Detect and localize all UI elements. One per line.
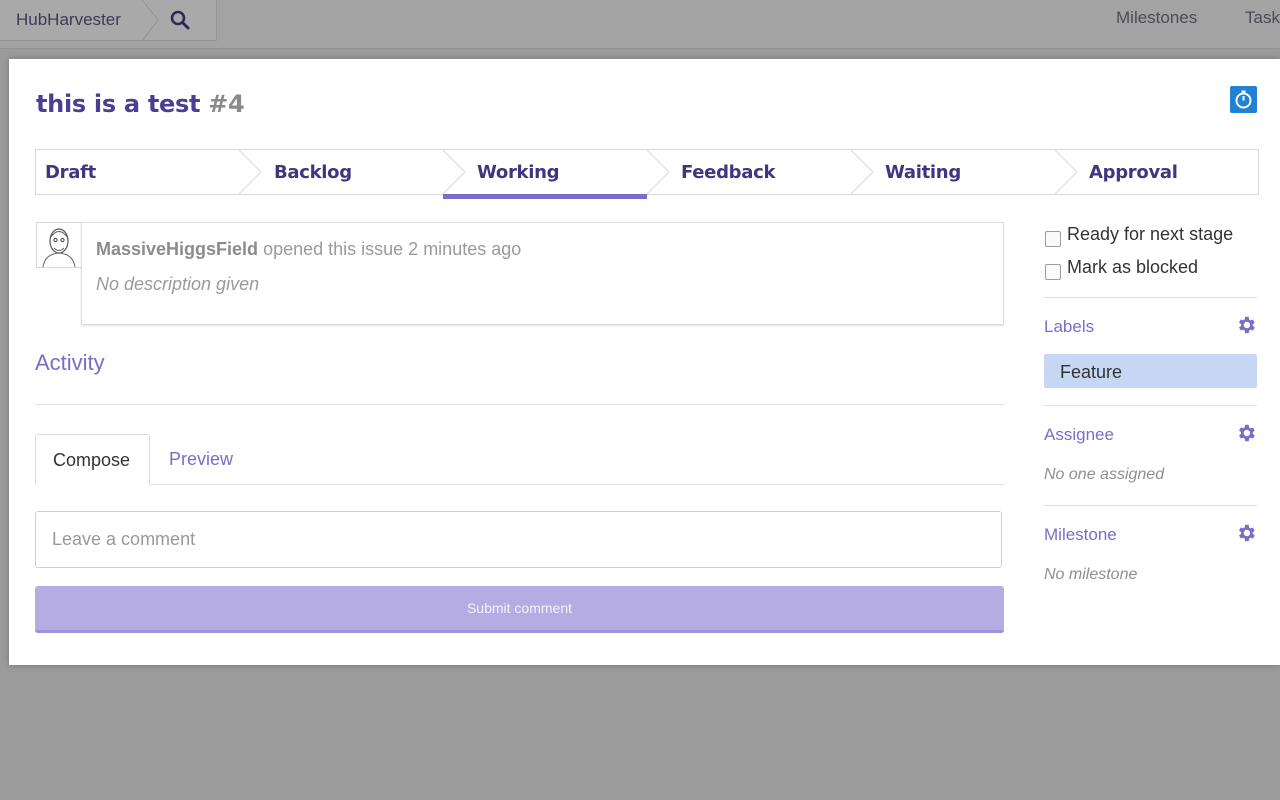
assignee-gear-icon[interactable]	[1235, 422, 1257, 444]
issue-opened-line: MassiveHiggsField opened this issue 2 mi…	[96, 239, 521, 260]
issue-title: this is a test #4	[36, 90, 245, 118]
ready-label: Ready for next stage	[1067, 224, 1234, 244]
assignee-heading: Assignee	[1044, 425, 1114, 444]
stage-feedback[interactable]: Feedback	[648, 150, 852, 194]
breadcrumb-separator	[141, 0, 159, 41]
stage-label: Waiting	[885, 162, 961, 183]
labels-gear-icon[interactable]	[1235, 314, 1257, 336]
milestone-heading: Milestone	[1044, 525, 1117, 544]
milestone-value: No milestone	[1044, 566, 1138, 583]
repo-link[interactable]: HubHarvester	[16, 10, 121, 30]
stage-draft[interactable]: Draft	[36, 150, 240, 194]
blocked-checkbox[interactable]	[1045, 264, 1061, 280]
tab-compose-label: Compose	[53, 450, 131, 470]
avatar[interactable]	[36, 222, 82, 268]
assignee-value: No one assigned	[1044, 466, 1165, 483]
stage-backlog[interactable]: Backlog	[240, 150, 444, 194]
opened-text: opened this issue 2 minutes ago	[263, 239, 522, 259]
ready-checkbox[interactable]	[1045, 231, 1061, 247]
activity-heading: Activity	[35, 350, 105, 375]
issue-number: #4	[208, 90, 245, 118]
milestone-gear-icon[interactable]	[1235, 522, 1257, 544]
divider	[35, 404, 1004, 405]
nav-tasks[interactable]: Tasks	[1245, 8, 1280, 28]
stage-bar: Draft Backlog Working Feedback Waiting A…	[35, 149, 1259, 199]
nav-milestones[interactable]: Milestones	[1116, 8, 1197, 28]
timer-button[interactable]	[1230, 86, 1257, 113]
sidebar-divider	[1044, 297, 1257, 298]
tab-preview[interactable]: Preview	[169, 449, 233, 470]
issue-body-card: MassiveHiggsField opened this issue 2 mi…	[81, 222, 1004, 325]
stage-approval[interactable]: Approval	[1056, 150, 1258, 194]
tab-baseline	[35, 484, 1004, 485]
active-stage-indicator	[443, 194, 647, 199]
stage-working[interactable]: Working	[444, 150, 648, 194]
stage-label: Working	[477, 162, 560, 183]
stage-label: Feedback	[681, 162, 776, 183]
stage-label: Backlog	[274, 162, 352, 183]
tab-compose[interactable]: Compose	[35, 434, 150, 485]
stage-label: Draft	[45, 162, 96, 183]
blocked-label: Mark as blocked	[1067, 257, 1199, 277]
author-name[interactable]: MassiveHiggsField	[96, 239, 258, 259]
stage-waiting[interactable]: Waiting	[852, 150, 1056, 194]
labels-heading: Labels	[1044, 317, 1095, 336]
breadcrumb: HubHarvester	[0, 0, 217, 41]
submit-comment-button[interactable]: Submit comment	[35, 586, 1004, 633]
comment-input[interactable]	[35, 511, 1002, 568]
sidebar-divider	[1044, 405, 1257, 406]
top-bar: HubHarvester Milestones Tasks	[0, 0, 1280, 49]
breadcrumb-separator-left	[0, 0, 6, 41]
issue-title-text: this is a test	[36, 90, 201, 118]
author-avatar-icon	[42, 228, 76, 268]
sidebar-divider	[1044, 505, 1257, 506]
stopwatch-icon	[1235, 90, 1252, 109]
label-feature[interactable]: Feature	[1044, 354, 1257, 388]
issue-description: No description given	[96, 274, 260, 294]
search-icon[interactable]	[168, 8, 192, 32]
issue-modal: this is a test #4 Draft Backlog Working	[9, 59, 1280, 665]
label-feature-text: Feature	[1060, 362, 1123, 382]
stage-label: Approval	[1089, 162, 1178, 183]
